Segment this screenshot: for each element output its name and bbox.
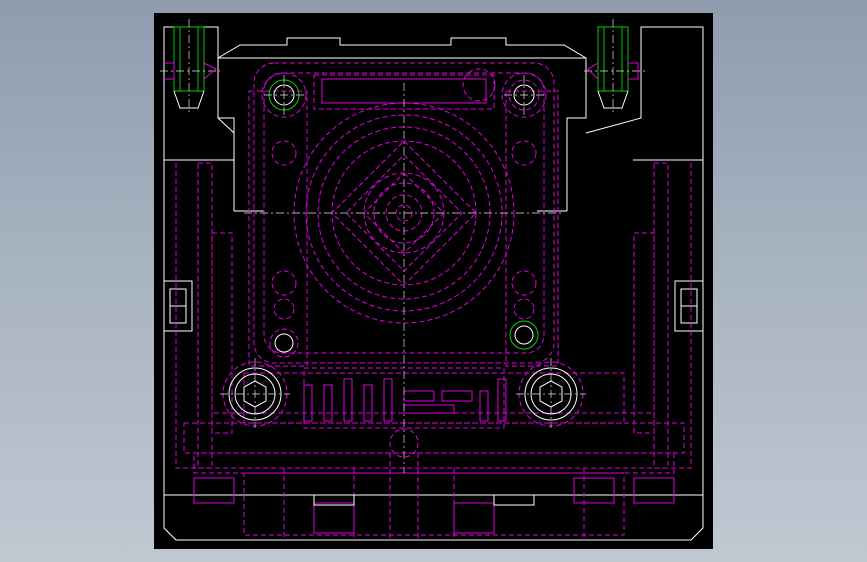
top-plate	[217, 37, 587, 212]
bolt-top-left	[160, 19, 220, 113]
cad-drawing	[160, 19, 704, 541]
bottom-center-parts	[313, 428, 535, 540]
latch-right	[674, 280, 704, 332]
ejector-slots	[193, 378, 675, 534]
latch-left	[163, 280, 193, 332]
core-hidden-lines	[248, 62, 559, 367]
cad-viewport[interactable]	[154, 13, 713, 549]
bolt-top-right	[584, 19, 646, 113]
